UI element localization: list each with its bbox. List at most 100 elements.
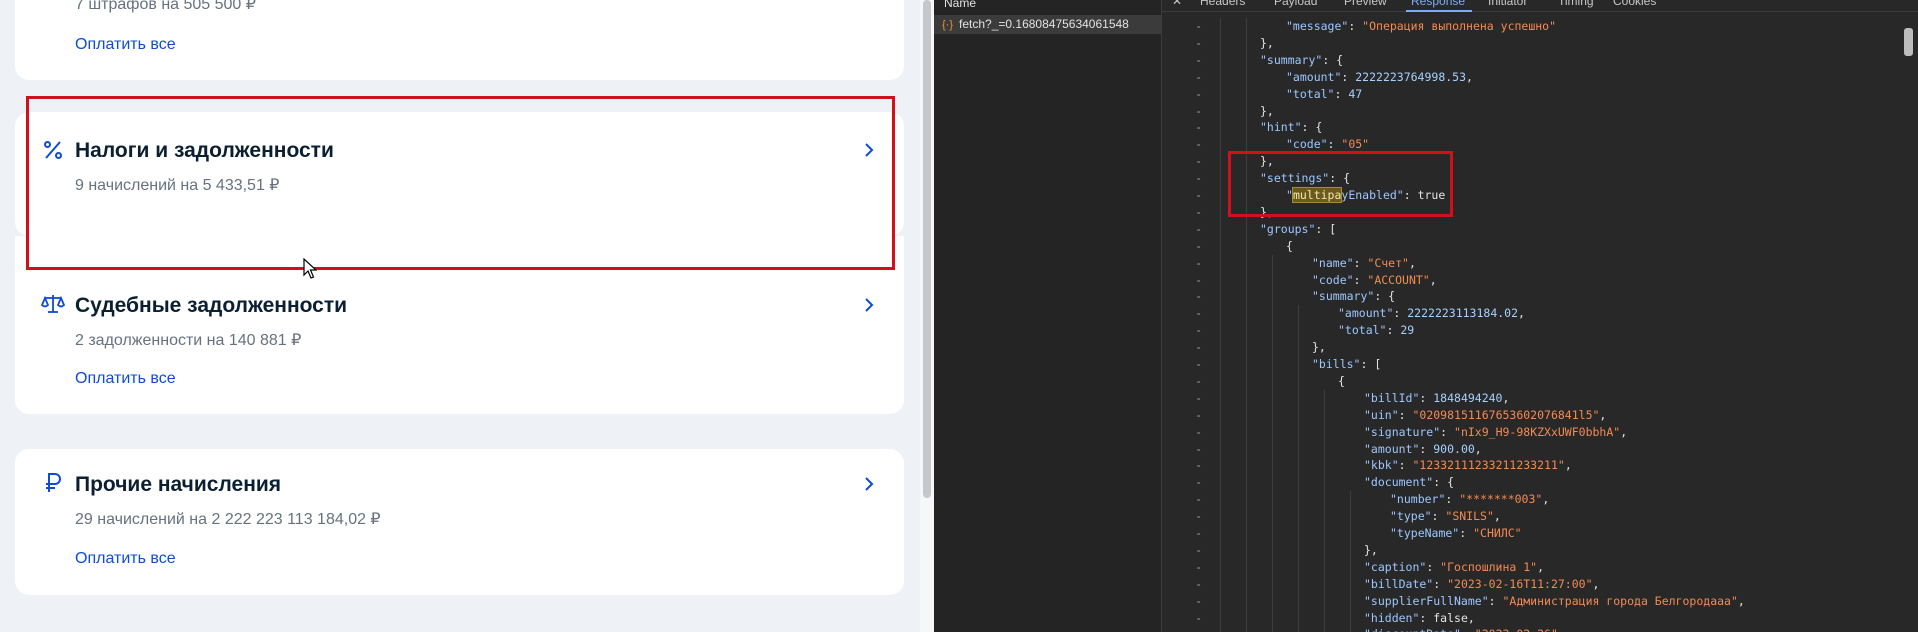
- other-charges-card[interactable]: Прочие начисления 29 начислений на 2 222…: [15, 449, 904, 595]
- indent-guide: [1324, 389, 1325, 632]
- court-debts-title: Судебные задолженности: [75, 294, 348, 317]
- line-gutter-mark: -: [1195, 323, 1202, 338]
- response-line: "message": "Операция выполнена успешно": [1286, 19, 1557, 33]
- line-gutter-mark: -: [1195, 424, 1202, 439]
- response-body[interactable]: - "message": "Операция выполнена успешно"…: [1162, 13, 1904, 632]
- chevron-right-icon[interactable]: [862, 476, 876, 492]
- line-gutter-mark: -: [1195, 373, 1202, 388]
- response-line: "caption": "Госпошлина 1",: [1364, 559, 1545, 574]
- response-line: "amount": 900.00,: [1364, 441, 1482, 456]
- indent-guide: [1272, 254, 1273, 632]
- response-line: "number": "*******003",: [1390, 492, 1550, 507]
- response-line: },: [1260, 35, 1274, 50]
- services-panel: 7 штрафов на 505 500 ₽ Оплатить все Нало…: [0, 0, 920, 632]
- tab-initiator[interactable]: Initiator: [1488, 0, 1527, 8]
- line-gutter-mark: -: [1195, 340, 1202, 355]
- response-scrollbar-thumb[interactable]: [1904, 28, 1913, 56]
- line-gutter-mark: -: [1195, 509, 1202, 524]
- line-gutter-mark: -: [1195, 204, 1202, 219]
- response-line: },: [1260, 103, 1274, 118]
- response-line: "bills": [: [1312, 357, 1382, 371]
- tab-response[interactable]: Response: [1411, 0, 1465, 8]
- ruble-icon: [46, 473, 61, 492]
- request-name: fetch?_=0.16808475634061548: [959, 17, 1129, 31]
- response-line: {: [1286, 238, 1293, 253]
- line-gutter-mark: -: [1195, 492, 1202, 507]
- tab-payload[interactable]: Payload: [1274, 0, 1317, 8]
- line-gutter-mark: -: [1195, 475, 1202, 490]
- line-gutter-mark: -: [1195, 306, 1202, 321]
- line-gutter-mark: -: [1195, 593, 1202, 608]
- response-line: "uin": "02098151167653602076841l5",: [1364, 407, 1607, 422]
- line-gutter-mark: -: [1195, 188, 1202, 202]
- court-debts-pay-all-link[interactable]: Оплатить все: [75, 370, 176, 388]
- line-gutter-mark: -: [1195, 441, 1202, 456]
- response-line: "hint": {: [1260, 120, 1323, 135]
- line-gutter-mark: -: [1195, 542, 1202, 557]
- line-gutter-mark: -: [1195, 407, 1202, 422]
- other-charges-title: Прочие начисления: [75, 473, 282, 496]
- response-line: "signature": "nIx9_H9-98KZXxUWF0bbhA",: [1364, 424, 1628, 439]
- line-gutter-mark: -: [1195, 272, 1202, 287]
- active-tab-indicator: [1406, 10, 1472, 12]
- line-gutter-mark: -: [1195, 137, 1202, 152]
- tab-headers[interactable]: Headers: [1200, 0, 1245, 8]
- request-row[interactable]: {·} fetch?_=0.16808475634061548: [934, 15, 1162, 34]
- indent-guide: [1350, 491, 1351, 632]
- line-gutter-mark: -: [1195, 238, 1202, 253]
- response-line: "billDate": "2023-02-16T11:27:00",: [1364, 576, 1600, 591]
- line-gutter-mark: -: [1195, 255, 1202, 270]
- line-gutter-mark: -: [1195, 69, 1202, 84]
- indent-guide: [1220, 18, 1221, 632]
- response-line: "summary": {: [1312, 289, 1396, 304]
- tab-timing[interactable]: Timing: [1558, 0, 1594, 8]
- settings-highlight-box: [1228, 151, 1453, 217]
- response-line: "billId": 1848494240,: [1364, 390, 1510, 405]
- line-gutter-mark: -: [1195, 289, 1202, 304]
- close-icon[interactable]: ✕: [1172, 0, 1182, 8]
- scales-icon: [41, 295, 65, 313]
- fines-pay-all-link[interactable]: Оплатить все: [75, 36, 176, 54]
- indent-guide: [1246, 18, 1247, 632]
- tab-preview[interactable]: Preview: [1344, 0, 1387, 8]
- mouse-cursor-icon: [303, 258, 317, 279]
- response-line: },: [1364, 542, 1378, 557]
- response-line: "amount": 2222223764998.53,: [1286, 69, 1473, 84]
- line-gutter-mark: -: [1195, 52, 1202, 67]
- line-gutter-mark: -: [1195, 390, 1202, 405]
- response-line: "amount": 2222223113184.02,: [1338, 306, 1525, 321]
- response-line: "kbk": "12332111233211233211",: [1364, 458, 1572, 473]
- response-line: "total": 29: [1338, 323, 1415, 338]
- line-gutter-mark: -: [1195, 19, 1202, 33]
- devtools-network-panel: Name {·} fetch?_=0.16808475634061548 ✕ He…: [934, 0, 1918, 632]
- response-line: {: [1338, 373, 1345, 388]
- details-tabbar: ✕ Headers Payload Preview Response Initi…: [1162, 0, 1918, 12]
- response-line: "code": "ACCOUNT",: [1312, 272, 1437, 287]
- response-line: "typeName": "СНИЛС": [1390, 526, 1522, 540]
- response-line: "total": 47: [1286, 86, 1363, 101]
- line-gutter-mark: -: [1195, 559, 1202, 574]
- line-gutter-mark: -: [1195, 576, 1202, 591]
- line-gutter-mark: -: [1195, 171, 1202, 186]
- response-line: "groups": [: [1260, 221, 1337, 236]
- line-gutter-mark: -: [1195, 154, 1202, 169]
- response-line: },: [1312, 340, 1326, 355]
- line-gutter-mark: -: [1195, 35, 1202, 50]
- other-charges-pay-all-link[interactable]: Оплатить все: [75, 550, 176, 568]
- line-gutter-mark: -: [1195, 458, 1202, 473]
- name-column-header[interactable]: Name: [944, 0, 976, 10]
- tab-cookies[interactable]: Cookies: [1613, 0, 1656, 8]
- line-gutter-mark: -: [1195, 221, 1202, 236]
- highlight-box: [26, 96, 895, 270]
- response-line: "name": "Счет",: [1312, 255, 1416, 270]
- line-gutter-mark: -: [1195, 610, 1202, 625]
- line-gutter-mark: -: [1195, 86, 1202, 101]
- response-line: "discountDate": "2023-02-26": [1364, 626, 1558, 632]
- response-line: "hidden": false,: [1364, 610, 1475, 625]
- response-line: "summary": {: [1260, 52, 1344, 67]
- page-scrollbar-thumb[interactable]: [923, 0, 931, 498]
- chevron-right-icon[interactable]: [862, 297, 876, 313]
- court-debts-subtitle: 2 задолженности на 140 881 ₽: [75, 332, 302, 349]
- fines-card[interactable]: 7 штрафов на 505 500 ₽ Оплатить все: [15, 0, 904, 80]
- response-line: "type": "SNILS",: [1390, 509, 1501, 524]
